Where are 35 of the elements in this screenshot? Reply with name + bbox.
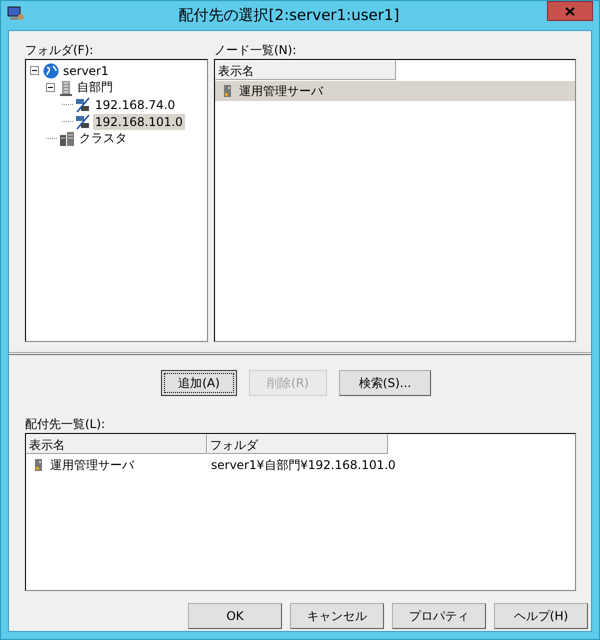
list-row[interactable]: 運用管理サーバ bbox=[215, 81, 575, 101]
table-cell: server1¥自部門¥192.168.101.0 bbox=[211, 456, 396, 474]
network-icon bbox=[75, 96, 91, 112]
tree-item[interactable]: 自部門 bbox=[75, 78, 115, 97]
collapse-icon[interactable] bbox=[46, 83, 55, 92]
push-button[interactable]: キャンセル bbox=[290, 603, 384, 629]
close-icon bbox=[565, 6, 575, 16]
network-icon bbox=[75, 114, 91, 130]
tree-item[interactable]: 192.168.101.0 bbox=[93, 114, 185, 130]
column-header[interactable]: フォルダ bbox=[207, 434, 388, 454]
tree-item[interactable]: 192.168.74.0 bbox=[93, 96, 178, 112]
column-header[interactable]: 表示名 bbox=[215, 60, 396, 80]
push-button[interactable]: 検索(S)... bbox=[339, 370, 431, 396]
globe-icon bbox=[43, 62, 59, 78]
table-cell: 運用管理サーバ bbox=[50, 456, 134, 474]
list-row[interactable]: 運用管理サーバ server1¥自部門¥192.168.101.0 bbox=[26, 455, 575, 475]
cluster-icon bbox=[59, 130, 75, 146]
push-button[interactable]: 追加(A) bbox=[161, 370, 237, 396]
column-header[interactable]: 表示名 bbox=[26, 434, 207, 454]
push-button[interactable]: ヘルプ(H) bbox=[494, 603, 588, 629]
app-icon bbox=[7, 6, 25, 22]
list-label: ノード一覧(N): bbox=[214, 42, 298, 56]
push-button[interactable]: OK bbox=[188, 603, 282, 629]
tree-item[interactable]: クラスタ bbox=[77, 129, 129, 148]
push-button[interactable]: プロパティ bbox=[392, 603, 486, 629]
server-icon bbox=[34, 458, 44, 472]
table-cell: 運用管理サーバ bbox=[239, 82, 323, 100]
close-button[interactable] bbox=[547, 1, 593, 21]
collapse-icon[interactable] bbox=[30, 66, 39, 75]
tree-item[interactable]: server1 bbox=[61, 62, 111, 78]
building-icon bbox=[59, 80, 73, 96]
window-title: 配付先の選択[2:server1:user1] bbox=[178, 6, 400, 25]
list-label: 配付先一覧(L): bbox=[25, 416, 106, 430]
server-icon bbox=[223, 84, 233, 98]
folder-label: フォルダ(F): bbox=[25, 42, 94, 56]
